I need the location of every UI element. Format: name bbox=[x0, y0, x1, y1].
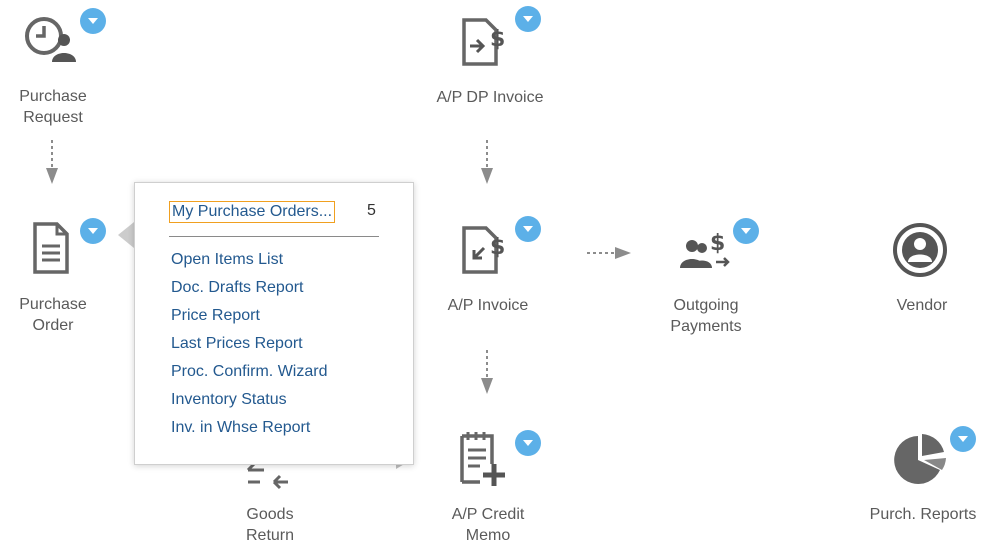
purchase-order-label-line1: Purchase bbox=[19, 296, 87, 313]
menu-item-last-prices-report[interactable]: Last Prices Report bbox=[171, 334, 303, 354]
ap-dp-invoice-dropdown-badge[interactable] bbox=[515, 6, 541, 32]
document-dollar-return-icon: $ bbox=[462, 226, 505, 274]
menu-item-inventory-status[interactable]: Inventory Status bbox=[171, 390, 287, 410]
ap-invoice-dropdown-badge[interactable] bbox=[515, 216, 541, 242]
svg-text:$: $ bbox=[490, 27, 505, 52]
purch-reports-dropdown-badge[interactable] bbox=[950, 426, 976, 452]
goods-return-icon bbox=[246, 462, 288, 490]
pie-chart-icon bbox=[894, 434, 946, 484]
arrow-dp-invoice-to-invoice bbox=[481, 140, 493, 184]
menu-item-price-report[interactable]: Price Report bbox=[171, 306, 260, 326]
popup-pointer bbox=[118, 222, 134, 248]
arrow-request-to-order bbox=[46, 140, 58, 184]
purchase-request-dropdown-badge[interactable] bbox=[80, 8, 106, 34]
popup-separator bbox=[169, 236, 379, 237]
clock-person-icon bbox=[25, 17, 76, 62]
arrow-invoice-to-payments bbox=[587, 247, 631, 259]
purchase-order-dropdown-badge[interactable] bbox=[80, 218, 106, 244]
arrow-invoice-to-credit-memo bbox=[481, 350, 493, 394]
node-ap-dp-invoice[interactable]: $ A/P DP Invoice bbox=[420, 0, 560, 110]
purchase-order-label-line2: Order bbox=[32, 317, 74, 334]
outgoing-payments-dropdown-badge[interactable] bbox=[733, 218, 759, 244]
goods-return-label: Goods Return bbox=[200, 504, 340, 546]
ap-invoice-label: A/P Invoice bbox=[447, 297, 529, 314]
menu-item-inv-in-whse-report[interactable]: Inv. in Whse Report bbox=[171, 418, 310, 438]
purch-reports-label: Purch. Reports bbox=[869, 506, 977, 523]
outgoing-payments-label-line2: Payments bbox=[670, 318, 742, 335]
purchase-request-label: Purchase Request bbox=[0, 86, 123, 128]
ap-credit-memo-label-line1: A/P Credit bbox=[451, 506, 525, 523]
ap-credit-memo-label: A/P Credit Memo bbox=[418, 504, 558, 546]
document-icon bbox=[33, 222, 69, 274]
purchase-request-label-line1: Purchase bbox=[19, 88, 87, 105]
node-purchase-order[interactable]: Purchase Order bbox=[0, 210, 110, 340]
svg-text:$: $ bbox=[490, 235, 505, 260]
people-dollar-icon: $ bbox=[680, 231, 730, 268]
menu-item-open-items-list[interactable]: Open Items List bbox=[171, 250, 283, 270]
outgoing-payments-label-line1: Outgoing bbox=[673, 297, 739, 314]
node-vendor[interactable]: Vendor bbox=[852, 210, 989, 320]
my-purchase-orders-count: 5 bbox=[367, 202, 376, 219]
ap-dp-invoice-label: A/P DP Invoice bbox=[436, 89, 544, 106]
my-purchase-orders-link[interactable]: My Purchase Orders... bbox=[169, 201, 336, 223]
ap-credit-memo-label-line2: Memo bbox=[465, 527, 511, 544]
vendor-label: Vendor bbox=[896, 297, 948, 314]
ap-credit-memo-dropdown-badge[interactable] bbox=[515, 430, 541, 456]
document-dollar-arrow-icon: $ bbox=[462, 18, 505, 66]
node-purchase-request[interactable]: Purchase Request bbox=[0, 0, 110, 130]
purchase-request-label-line2: Request bbox=[23, 109, 83, 126]
node-outgoing-payments[interactable]: $ Outgoing Payments bbox=[636, 210, 776, 340]
menu-item-proc-confirm-wizard[interactable]: Proc. Confirm. Wizard bbox=[171, 362, 327, 382]
goods-return-label-line1: Goods bbox=[246, 506, 294, 523]
purchase-order-popup-menu: My Purchase Orders... 5 Open Items List … bbox=[134, 182, 414, 465]
outgoing-payments-label: Outgoing Payments bbox=[636, 295, 776, 337]
node-purch-reports[interactable]: Purch. Reports bbox=[852, 420, 989, 544]
user-circle-icon bbox=[893, 223, 947, 277]
calendar-plus-icon bbox=[460, 432, 505, 486]
node-ap-credit-memo[interactable]: A/P Credit Memo bbox=[420, 420, 560, 544]
svg-text:$: $ bbox=[710, 231, 725, 256]
menu-item-doc-drafts-report[interactable]: Doc. Drafts Report bbox=[171, 278, 303, 298]
goods-return-label-line2: Return bbox=[245, 527, 295, 544]
node-ap-invoice[interactable]: $ A/P Invoice bbox=[420, 210, 560, 320]
purchase-order-label: Purchase Order bbox=[0, 294, 123, 336]
